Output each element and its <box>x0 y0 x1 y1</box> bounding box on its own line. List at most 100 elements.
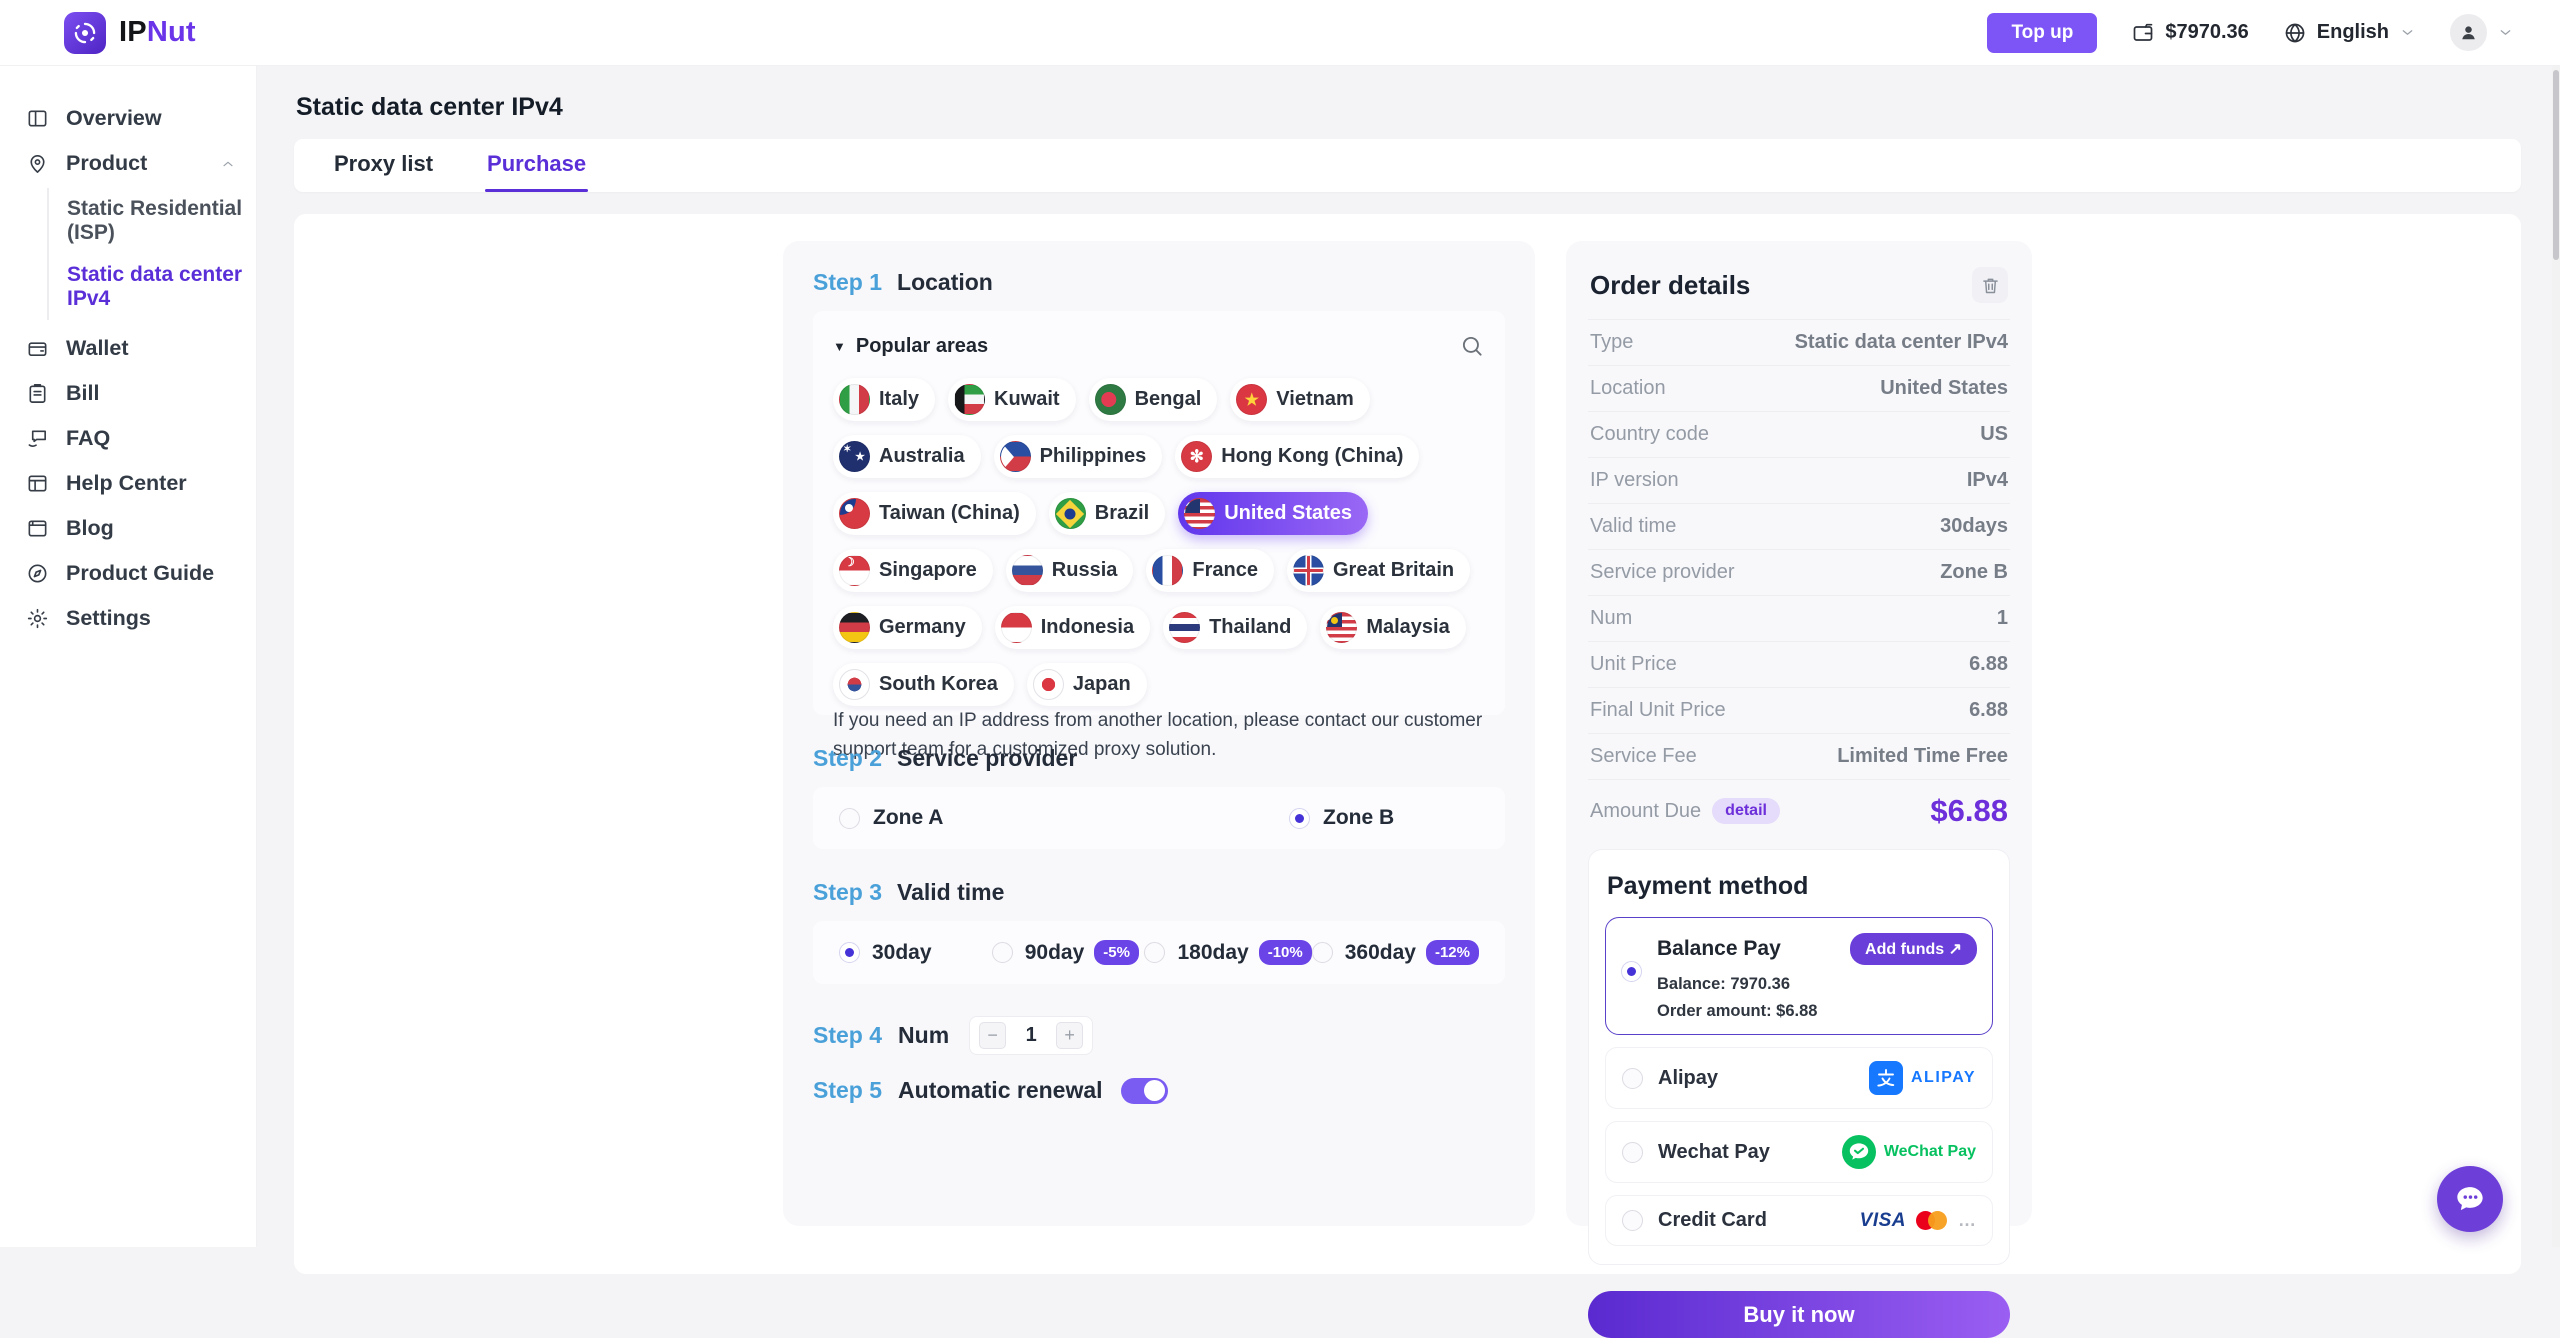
app-logo[interactable]: IPNut <box>64 12 196 54</box>
valid-time-label: 180day <box>1177 941 1248 965</box>
chat-support-button[interactable] <box>2437 1166 2503 1232</box>
country-chip-russia[interactable]: Russia <box>1006 549 1134 592</box>
settings-icon <box>26 607 49 630</box>
quantity-increase-button[interactable]: + <box>1056 1022 1083 1049</box>
sidebar-item-label: Blog <box>66 516 114 541</box>
valid-time-option-180day[interactable]: 180day-10% <box>1144 940 1311 965</box>
country-chip-taiwan-china[interactable]: Taiwan (China) <box>833 492 1036 535</box>
popular-areas-toggle[interactable]: ▼ Popular areas <box>833 335 988 358</box>
purchase-card: Step 1 Location ▼ Popular areas ItalyKuw… <box>294 214 2521 1274</box>
sidebar-item-product-guide[interactable]: Product Guide <box>0 551 256 596</box>
kw-flag-icon <box>954 384 985 415</box>
user-menu[interactable] <box>2450 14 2514 51</box>
balance-line: Balance: 7970.36 <box>1657 975 1977 994</box>
balance-pay-option[interactable]: Balance Pay Add funds ↗ Balance: 7970.36… <box>1605 917 1993 1035</box>
valid-time-radio-30day[interactable] <box>839 942 860 963</box>
sg-flag-icon <box>839 555 870 586</box>
country-chip-japan[interactable]: Japan <box>1027 663 1147 706</box>
country-chip-indonesia[interactable]: Indonesia <box>995 606 1150 649</box>
country-chip-south-korea[interactable]: South Korea <box>833 663 1014 706</box>
payment-option-label: Credit Card <box>1658 1209 1767 1232</box>
sidebar-item-static-data-center-ipv4[interactable]: Static data center IPv4 <box>49 254 256 320</box>
zone-option-zone-a[interactable]: Zone A <box>839 806 1289 830</box>
page-scrollbar[interactable] <box>2552 66 2560 1247</box>
country-chip-bengal[interactable]: Bengal <box>1089 378 1218 421</box>
automatic-renewal-toggle[interactable] <box>1121 1078 1168 1104</box>
scrollbar-thumb[interactable] <box>2553 70 2559 260</box>
payment-option-credit-card[interactable]: Credit Card VISA… <box>1605 1195 1993 1246</box>
sidebar-item-blog[interactable]: Blog <box>0 506 256 551</box>
bill-icon <box>26 382 49 405</box>
country-chip-philippines[interactable]: Philippines <box>994 435 1163 478</box>
wallet-balance[interactable]: $7970.36 <box>2131 21 2248 45</box>
country-chip-australia[interactable]: Australia <box>833 435 981 478</box>
country-chip-united-states[interactable]: United States <box>1178 492 1368 535</box>
valid-time-radio-90day[interactable] <box>992 942 1013 963</box>
sidebar-item-bill[interactable]: Bill <box>0 371 256 416</box>
country-chip-thailand[interactable]: Thailand <box>1163 606 1307 649</box>
globe-icon <box>2283 21 2307 45</box>
payment-option-alipay[interactable]: AlipayALIPAY <box>1605 1047 1993 1109</box>
wechat-icon <box>1842 1135 1876 1169</box>
sidebar-item-help-center[interactable]: Help Center <box>0 461 256 506</box>
trash-icon[interactable] <box>1972 267 2008 303</box>
order-row-service-fee: Service FeeLimited Time Free <box>1588 733 2010 779</box>
tab-purchase[interactable]: Purchase <box>485 137 588 192</box>
sidebar-item-settings[interactable]: Settings <box>0 596 256 641</box>
sidebar-item-faq[interactable]: FAQ <box>0 416 256 461</box>
balance-pay-radio[interactable] <box>1621 961 1642 982</box>
add-funds-button[interactable]: Add funds ↗ <box>1850 933 1977 965</box>
step2-title: Service provider <box>897 745 1077 772</box>
quantity-value[interactable]: 1 <box>1010 1024 1052 1047</box>
country-chip-germany[interactable]: Germany <box>833 606 982 649</box>
search-icon[interactable] <box>1459 333 1485 359</box>
valid-time-radio-180day[interactable] <box>1144 942 1165 963</box>
gb-flag-icon <box>1293 555 1324 586</box>
country-chip-vietnam[interactable]: Vietnam <box>1230 378 1369 421</box>
country-label: Brazil <box>1095 502 1149 525</box>
country-chip-hong-kong-china[interactable]: Hong Kong (China) <box>1175 435 1419 478</box>
discount-badge: -12% <box>1426 940 1479 965</box>
zone-option-zone-b[interactable]: Zone B <box>1289 806 1394 830</box>
country-chip-singapore[interactable]: Singapore <box>833 549 993 592</box>
country-chip-italy[interactable]: Italy <box>833 378 935 421</box>
zone-radio-zone-b[interactable] <box>1289 808 1310 829</box>
sidebar-item-overview[interactable]: Overview <box>0 96 256 141</box>
avatar[interactable] <box>2450 14 2487 51</box>
overview-icon <box>26 107 49 130</box>
payment-option-wechat-pay[interactable]: Wechat PayWeChat Pay <box>1605 1121 1993 1183</box>
top-up-button[interactable]: Top up <box>1987 13 2097 53</box>
payment-radio-credit-card[interactable] <box>1622 1210 1643 1231</box>
alipay-logo: ALIPAY <box>1869 1061 1976 1095</box>
sidebar-item-wallet[interactable]: Wallet <box>0 326 256 371</box>
sidebar-nav: OverviewProductStatic Residential (ISP)S… <box>0 66 257 1247</box>
country-label: Hong Kong (China) <box>1221 445 1403 468</box>
country-chip-france[interactable]: France <box>1146 549 1274 592</box>
fr-flag-icon <box>1152 555 1183 586</box>
detail-badge[interactable]: detail <box>1712 798 1780 824</box>
valid-time-radio-360day[interactable] <box>1312 942 1333 963</box>
country-chip-malaysia[interactable]: Malaysia <box>1320 606 1465 649</box>
payment-radio-alipay[interactable] <box>1622 1068 1643 1089</box>
country-chip-kuwait[interactable]: Kuwait <box>948 378 1076 421</box>
valid-time-option-360day[interactable]: 360day-12% <box>1312 940 1479 965</box>
valid-time-option-90day[interactable]: 90day-5% <box>992 940 1145 965</box>
payment-radio-wechat-pay[interactable] <box>1622 1142 1643 1163</box>
it-flag-icon <box>839 384 870 415</box>
sidebar-item-label: Overview <box>66 106 162 131</box>
quantity-decrease-button[interactable]: − <box>979 1022 1006 1049</box>
language-selector[interactable]: English <box>2283 21 2416 45</box>
valid-time-option-30day[interactable]: 30day <box>839 941 992 965</box>
payment-method-card: Payment method Balance Pay Add funds ↗ B… <box>1588 849 2010 1265</box>
country-chip-brazil[interactable]: Brazil <box>1049 492 1165 535</box>
buy-it-now-button[interactable]: Buy it now <box>1588 1291 2010 1338</box>
country-chip-great-britain[interactable]: Great Britain <box>1287 549 1470 592</box>
sidebar-item-product[interactable]: Product <box>0 141 256 186</box>
country-label: Italy <box>879 388 919 411</box>
order-details-title: Order details <box>1590 270 1750 301</box>
cards-logo: VISA… <box>1860 1210 1976 1232</box>
sidebar-item-static-residential-isp[interactable]: Static Residential (ISP) <box>49 188 256 254</box>
tab-proxy-list[interactable]: Proxy list <box>332 137 435 192</box>
zone-radio-zone-a[interactable] <box>839 808 860 829</box>
valid-time-label: 90day <box>1025 941 1085 965</box>
